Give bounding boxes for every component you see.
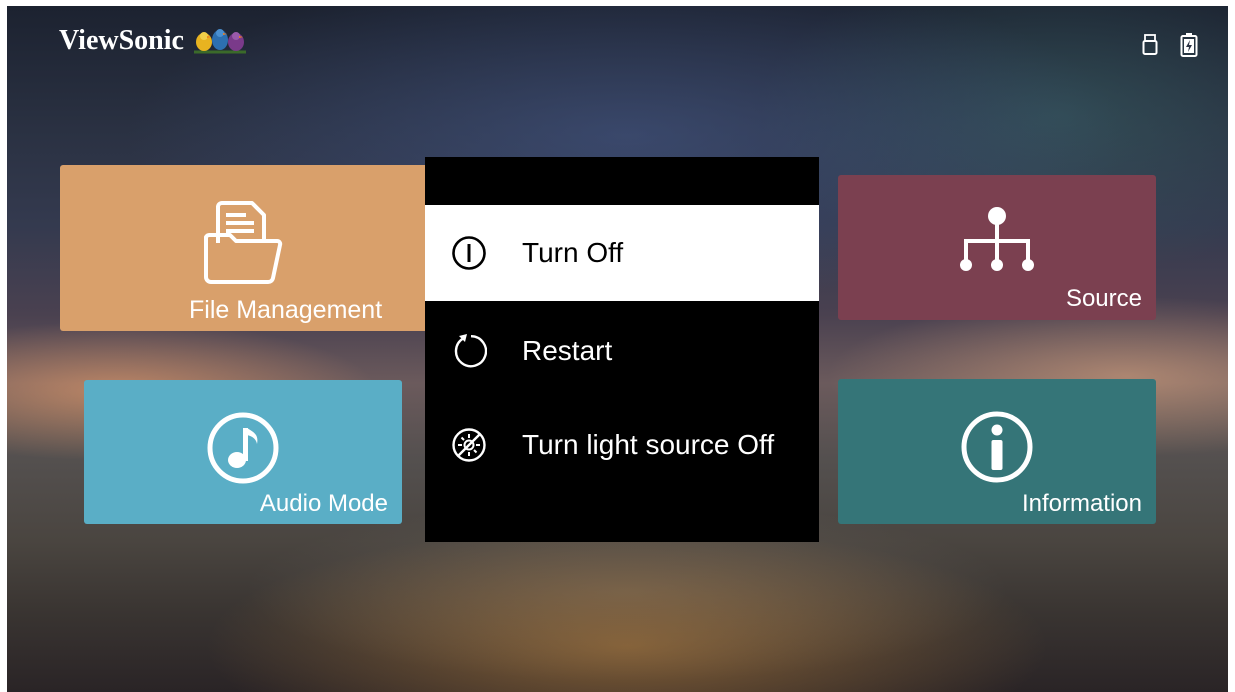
birds-logo-icon	[193, 29, 246, 54]
file-management-tile[interactable]: File Management	[60, 165, 432, 331]
home-screen: ViewSonic File Management Audio Mode Sou…	[7, 6, 1228, 692]
menu-item-turn-off[interactable]: Turn Off	[425, 205, 819, 301]
folder-documents-icon	[204, 201, 283, 284]
information-tile[interactable]: Information	[838, 379, 1156, 524]
power-menu: Turn Off Restart Turn light source Off	[425, 157, 819, 542]
restart-icon	[454, 334, 487, 368]
audio-mode-tile[interactable]: Audio Mode	[84, 380, 402, 524]
restart-label: Restart	[522, 335, 613, 366]
light-source-off-label: Turn light source Off	[522, 429, 775, 460]
turn-off-label: Turn Off	[522, 237, 624, 268]
source-tree-icon	[960, 207, 1034, 271]
light-off-icon	[452, 428, 486, 462]
source-tile[interactable]: Source	[838, 175, 1156, 320]
battery-charging-icon	[1180, 33, 1198, 57]
file-management-label: File Management	[189, 296, 383, 324]
status-bar	[1142, 32, 1198, 58]
music-note-icon	[207, 412, 279, 484]
brand-logo: ViewSonic	[59, 23, 248, 59]
usb-storage-icon	[1142, 34, 1158, 55]
audio-mode-label: Audio Mode	[259, 490, 388, 517]
menu-item-light-source-off[interactable]: Turn light source Off	[425, 397, 819, 493]
information-label: Information	[1021, 490, 1142, 517]
info-icon	[961, 411, 1033, 483]
power-icon	[452, 236, 486, 270]
source-label: Source	[1065, 285, 1142, 312]
menu-item-restart[interactable]: Restart	[425, 303, 819, 399]
brand-name: ViewSonic	[59, 25, 184, 56]
